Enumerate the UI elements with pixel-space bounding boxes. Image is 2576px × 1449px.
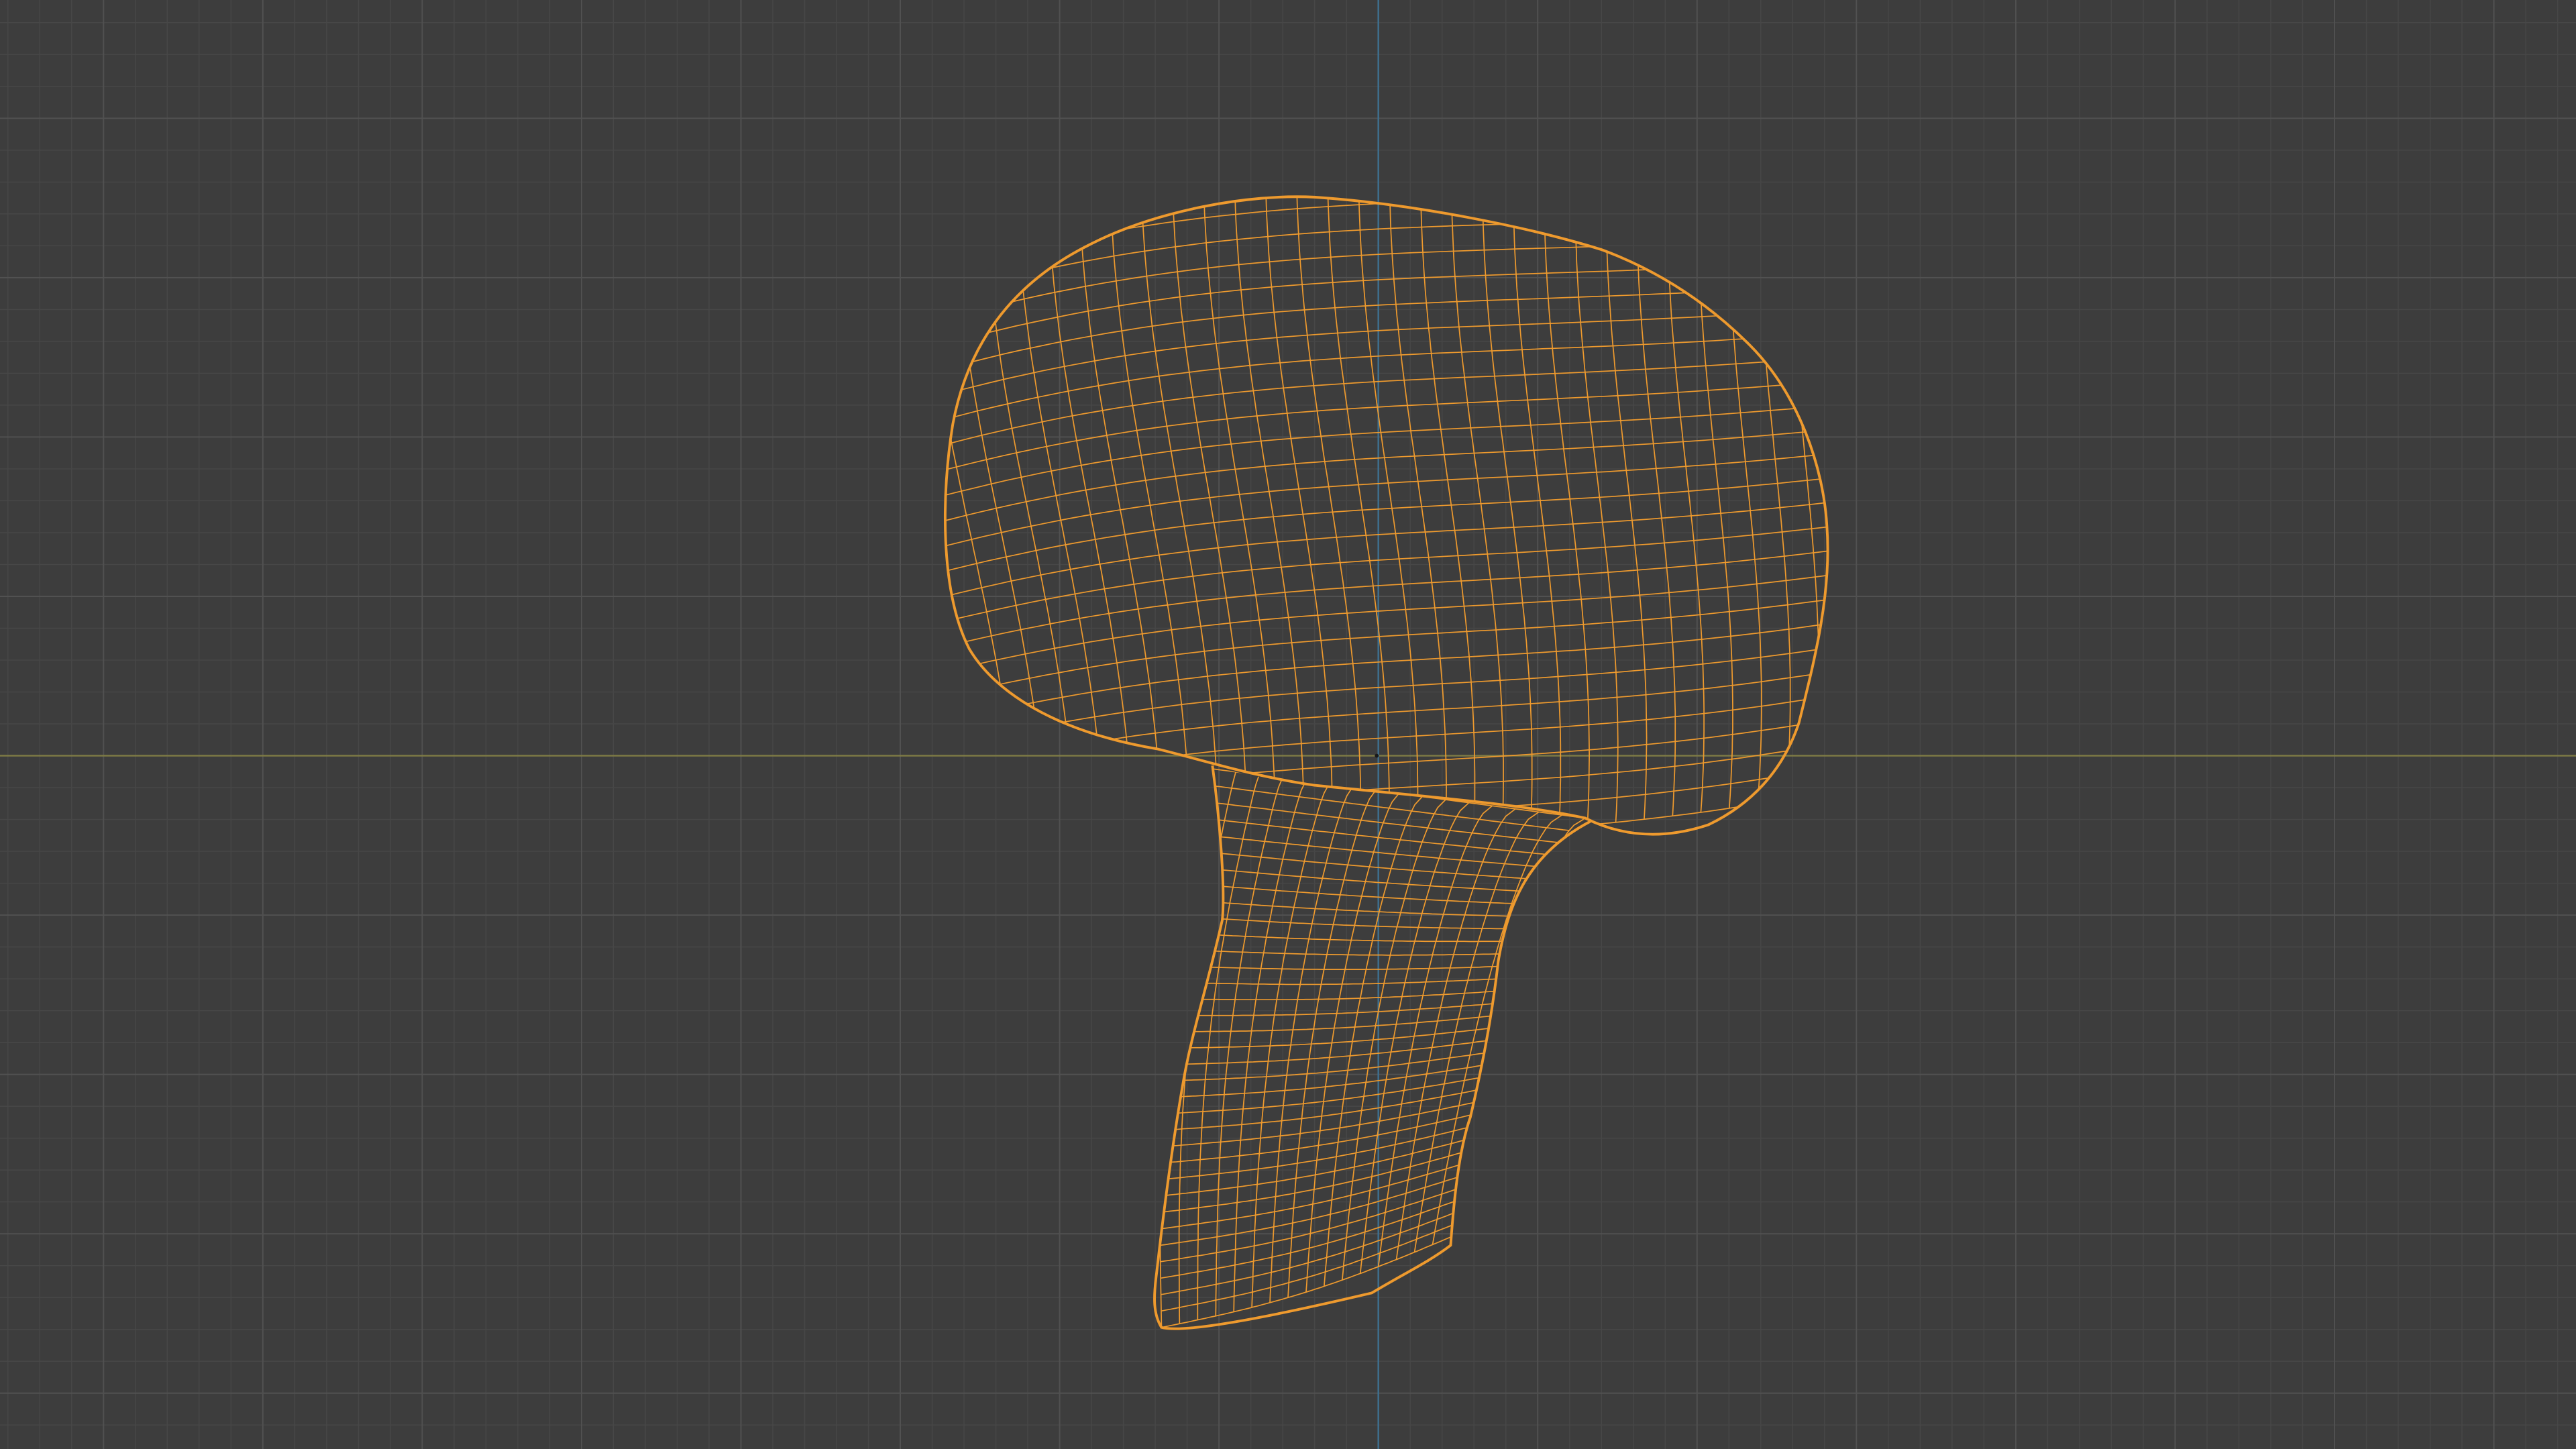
mesh-edge: [1160, 1125, 1474, 1181]
mesh-edge: [1160, 1187, 1461, 1263]
mesh-edge: [945, 211, 993, 835]
mesh-edge: [945, 197, 1828, 257]
mesh-edge: [1172, 989, 1507, 1001]
mesh-edge: [1163, 1064, 1488, 1098]
3d-viewport[interactable]: [0, 0, 2576, 1449]
mesh-edge: [945, 588, 1828, 705]
mesh-edge: [945, 470, 1828, 587]
mesh-edge: [1165, 1051, 1491, 1082]
mesh-edge: [945, 423, 1828, 540]
mushroom-stem[interactable]: [1153, 765, 1591, 1330]
mesh-edge: [1432, 814, 1562, 1245]
mesh-edge: [1450, 817, 1586, 1238]
grid-major-lines: [0, 0, 2576, 1449]
mesh-edge: [1170, 1002, 1503, 1016]
mesh-edge: [945, 376, 1828, 493]
mesh-edge: [1161, 1224, 1454, 1312]
mushroom-cap[interactable]: [829, 117, 1906, 893]
mesh-edge: [945, 446, 1828, 564]
mesh-edge: [1161, 1236, 1451, 1328]
object-origin: [1375, 753, 1379, 758]
mesh-edge: [945, 328, 1828, 445]
mesh-edge: [829, 233, 935, 893]
grid-minor-lines: [0, 0, 2576, 1449]
mesh-edge: [1181, 932, 1521, 943]
mesh-edge: [945, 197, 1828, 280]
mesh-edge: [1821, 197, 1828, 789]
mesh-edge: [945, 352, 1828, 470]
viewport-canvas[interactable]: [0, 0, 2576, 1449]
stem-wireframe: [1159, 768, 1586, 1328]
mesh-edge: [945, 635, 1828, 752]
cap-wireframe: [829, 117, 1906, 893]
mesh-edge: [1883, 117, 1906, 777]
